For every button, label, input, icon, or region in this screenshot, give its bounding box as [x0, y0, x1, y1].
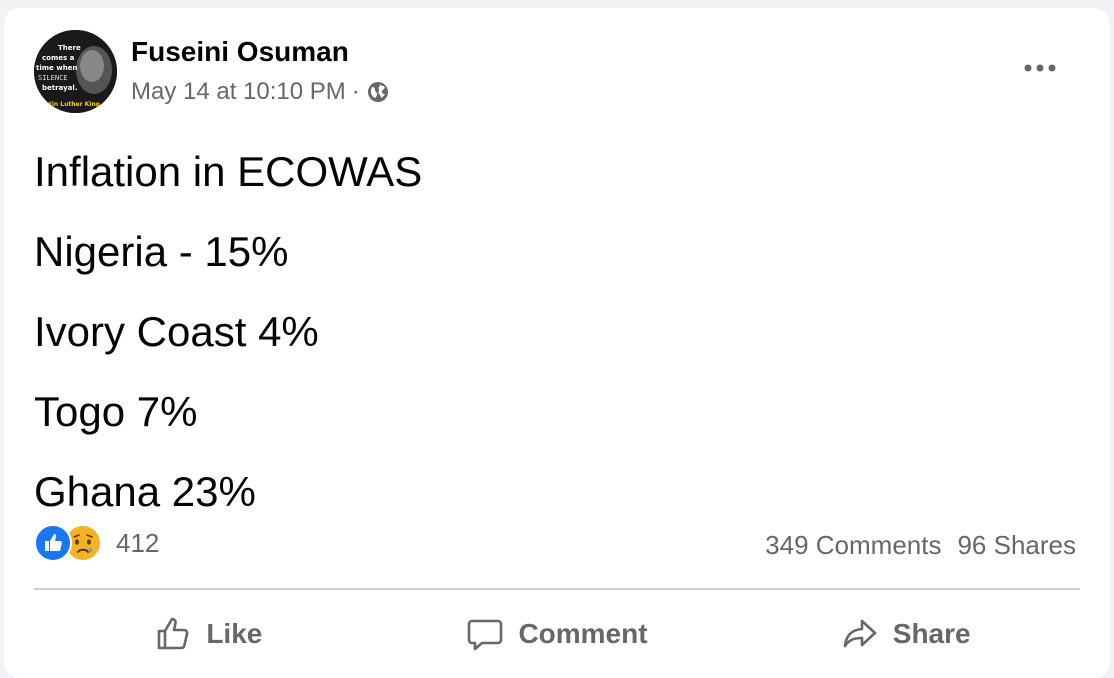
avatar-text-2: comes a: [42, 54, 75, 62]
thumbs-up-icon: [158, 617, 189, 650]
shares-count[interactable]: 96 Shares: [957, 530, 1076, 561]
author-name[interactable]: Fuseini Osuman: [131, 36, 349, 68]
action-bar: Like Comment Share: [34, 604, 1080, 664]
avatar-text-3: time when: [36, 64, 77, 72]
reaction-count: 412: [116, 527, 160, 558]
post-card: There comes a time when SILENCE betrayal…: [4, 8, 1110, 678]
like-label: Like: [206, 618, 263, 649]
post-body: Inflation in ECOWAS Nigeria - 15% Ivory …: [34, 132, 422, 532]
post-line: Nigeria - 15%: [34, 228, 289, 275]
post-timestamp[interactable]: May 14 at 10:10 PM: [131, 78, 346, 106]
avatar-image: There comes a time when SILENCE betrayal…: [34, 30, 117, 113]
avatar-text-5: betrayal.: [42, 84, 77, 92]
like-icon: [34, 524, 72, 562]
post-line: Togo 7%: [34, 388, 198, 435]
comment-label: Comment: [518, 618, 648, 649]
share-button[interactable]: Share: [731, 604, 1080, 664]
post-line: Ghana 23%: [34, 468, 256, 515]
share-label: Share: [892, 618, 971, 649]
post-line: Ivory Coast 4%: [34, 308, 319, 355]
like-button[interactable]: Like: [34, 604, 383, 664]
comments-count[interactable]: 349 Comments: [765, 530, 941, 561]
post-line: Inflation in ECOWAS: [34, 148, 423, 195]
divider: [34, 588, 1080, 590]
more-options-button[interactable]: [1020, 56, 1060, 80]
post-meta: May 14 at 10:10 PM ·: [131, 78, 390, 106]
avatar-text-6: Martin Luther King: [36, 101, 100, 108]
avatar[interactable]: There comes a time when SILENCE betrayal…: [34, 30, 117, 113]
ellipsis-icon: [1024, 64, 1056, 72]
engagement-counts: 349 Comments 96 Shares: [765, 530, 1076, 561]
avatar-text-1: There: [58, 44, 81, 52]
reactions-summary[interactable]: 412: [34, 524, 159, 562]
comment-button[interactable]: Comment: [383, 604, 732, 664]
meta-separator: ·: [351, 78, 360, 105]
comment-icon: [468, 619, 503, 651]
share-icon: [843, 619, 877, 648]
avatar-text-4: SILENCE: [38, 74, 68, 82]
globe-icon[interactable]: [366, 80, 390, 104]
